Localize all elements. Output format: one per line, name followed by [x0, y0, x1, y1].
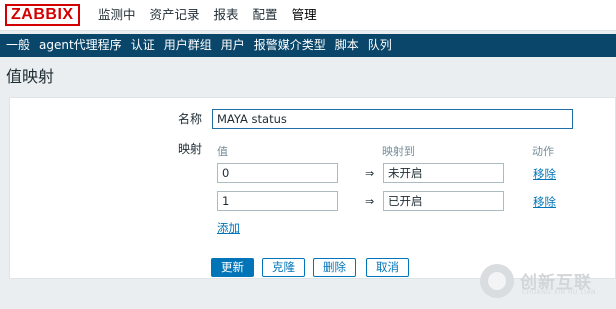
action-column-header: 动作: [532, 145, 554, 158]
top-nav: 监测中 资产记录 报表 配置 管理: [98, 0, 331, 31]
mappings-label: 映射: [178, 142, 203, 156]
sub-nav: 一般 agent代理程序 认证 用户群组 用户 报警媒介类型 脚本 队列: [0, 34, 616, 57]
sub-nav-general[interactable]: 一般: [6, 34, 30, 57]
delete-button[interactable]: 删除: [313, 258, 356, 277]
mapped-to-input[interactable]: [383, 191, 504, 211]
mapping-value-input[interactable]: [217, 163, 338, 183]
sub-nav-scripts[interactable]: 脚本: [335, 34, 359, 57]
name-input[interactable]: [212, 109, 573, 129]
sub-nav-media-types[interactable]: 报警媒介类型: [254, 34, 326, 57]
sub-nav-proxies[interactable]: agent代理程序: [39, 34, 122, 57]
top-bar: ZABBIX 监测中 资产记录 报表 配置 管理: [0, 0, 616, 31]
mapping-arrow-icon: ⇒: [365, 195, 375, 208]
sub-nav-users[interactable]: 用户: [221, 34, 245, 57]
update-button[interactable]: 更新: [211, 258, 254, 277]
remove-link[interactable]: 移除: [533, 166, 556, 182]
zabbix-logo[interactable]: ZABBIX: [5, 4, 80, 26]
watermark-logo-icon: [480, 264, 514, 298]
add-mapping-link[interactable]: 添加: [217, 220, 240, 236]
mapped-to-input[interactable]: [383, 163, 504, 183]
name-label: 名称: [178, 112, 203, 126]
value-column-header: 值: [217, 145, 228, 158]
top-nav-configuration[interactable]: 配置: [253, 0, 278, 31]
top-nav-administration[interactable]: 管理: [292, 0, 317, 31]
mapped-to-column-header: 映射到: [382, 145, 415, 158]
mapping-value-input[interactable]: [217, 191, 338, 211]
mapping-arrow-icon: ⇒: [365, 167, 375, 180]
clone-button[interactable]: 克隆: [262, 258, 305, 277]
watermark-subtext: CHUANG XIN HU LIAN: [522, 289, 597, 296]
sub-nav-user-groups[interactable]: 用户群组: [164, 34, 212, 57]
top-nav-reports[interactable]: 报表: [214, 0, 239, 31]
sub-nav-authentication[interactable]: 认证: [131, 34, 155, 57]
cancel-button[interactable]: 取消: [366, 258, 409, 277]
sub-nav-queue[interactable]: 队列: [368, 34, 392, 57]
top-nav-inventory[interactable]: 资产记录: [150, 0, 200, 31]
top-nav-monitoring[interactable]: 监测中: [98, 0, 136, 31]
value-mapping-form: 名称 映射 值 映射到 动作 ⇒ 移除 ⇒ 移除 添加 更新 克隆 删除 取消: [9, 97, 616, 279]
page-title: 值映射: [6, 67, 55, 86]
watermark: 创新互联 CHUANG XIN HU LIAN: [480, 262, 616, 302]
remove-link[interactable]: 移除: [533, 194, 556, 210]
